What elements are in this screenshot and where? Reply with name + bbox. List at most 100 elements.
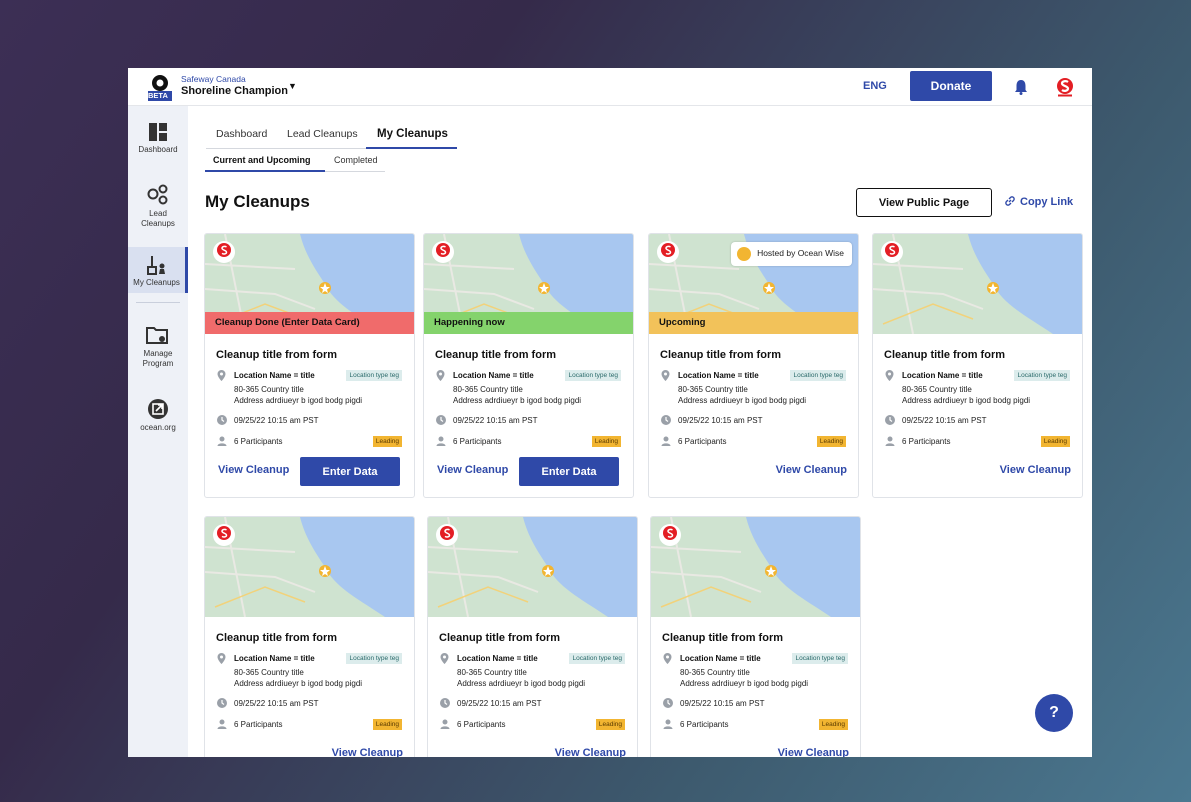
sidebar-item-label: Dashboard bbox=[138, 145, 178, 154]
address-line-2: Address adrdiueyr b igod bodg pigdi bbox=[453, 396, 582, 405]
sub-tabs: Current and Upcoming Completed bbox=[205, 151, 385, 172]
location-pin-icon bbox=[217, 370, 226, 381]
clock-icon bbox=[661, 415, 671, 425]
ocean-wise-icon bbox=[737, 247, 752, 261]
sidebar-item-my-cleanups[interactable]: My Cleanups bbox=[128, 247, 188, 293]
sidebar-item-ocean-org[interactable]: ocean.org bbox=[128, 398, 188, 434]
clock-icon bbox=[440, 698, 450, 708]
card-title: Cleanup title from form bbox=[216, 632, 338, 644]
cleanup-card[interactable]: Cleanup title from form Location Name = … bbox=[204, 516, 415, 757]
location-pin-icon bbox=[661, 370, 670, 381]
participants-count: 6 Participants bbox=[902, 437, 951, 446]
cleanup-card[interactable]: Cleanup title from form Location Name = … bbox=[872, 233, 1083, 498]
sidebar-item-label: Manage Program bbox=[142, 349, 174, 368]
map-thumbnail bbox=[428, 517, 637, 617]
location-type-tag: Location type teg bbox=[790, 370, 846, 381]
view-cleanup-link[interactable]: View Cleanup bbox=[778, 747, 849, 757]
event-date: 09/25/22 10:15 am PST bbox=[680, 699, 765, 708]
enter-data-button[interactable]: Enter Data bbox=[519, 457, 619, 486]
page-title: My Cleanups bbox=[205, 192, 310, 211]
my-cleanups-icon bbox=[146, 256, 165, 275]
person-icon bbox=[661, 436, 671, 446]
card-title: Cleanup title from form bbox=[662, 632, 784, 644]
address-line-1: 80-365 Country title bbox=[902, 385, 972, 394]
participants-count: 6 Participants bbox=[457, 720, 506, 729]
clock-icon bbox=[217, 698, 227, 708]
donate-button[interactable]: Donate bbox=[910, 71, 992, 101]
participants-count: 6 Participants bbox=[678, 437, 727, 446]
user-avatar[interactable] bbox=[1055, 77, 1075, 97]
beta-badge: BETA bbox=[148, 91, 168, 100]
location-name: Location Name = title bbox=[457, 654, 538, 663]
bell-icon[interactable] bbox=[1014, 79, 1028, 95]
program-name[interactable]: Shoreline Champion bbox=[181, 85, 288, 97]
view-cleanup-link[interactable]: View Cleanup bbox=[437, 464, 508, 476]
active-subtab-indicator bbox=[205, 170, 325, 172]
status-banner: Happening now bbox=[424, 312, 633, 334]
person-icon bbox=[217, 719, 227, 729]
dashboard-icon bbox=[149, 123, 167, 141]
location-type-tag: Location type teg bbox=[565, 370, 621, 381]
manage-program-icon bbox=[146, 327, 168, 344]
location-type-tag: Location type teg bbox=[346, 370, 402, 381]
tab-lead-cleanups[interactable]: Lead Cleanups bbox=[287, 128, 358, 140]
clock-icon bbox=[217, 415, 227, 425]
tab-my-cleanups[interactable]: My Cleanups bbox=[377, 128, 448, 140]
enter-data-button[interactable]: Enter Data bbox=[300, 457, 400, 486]
link-icon bbox=[1005, 196, 1015, 206]
lead-cleanups-icon bbox=[147, 184, 168, 205]
sidebar-item-lead-cleanups[interactable]: Lead Cleanups bbox=[128, 184, 188, 232]
main-tabs: Dashboard Lead Cleanups My Cleanups bbox=[206, 124, 457, 149]
view-cleanup-link[interactable]: View Cleanup bbox=[1000, 464, 1071, 476]
location-type-tag: Location type teg bbox=[1014, 370, 1070, 381]
cleanup-card[interactable]: Cleanup title from form Location Name = … bbox=[650, 516, 861, 757]
copy-link-label: Copy Link bbox=[1020, 196, 1074, 208]
person-icon bbox=[885, 436, 895, 446]
location-name: Location Name = title bbox=[678, 371, 759, 380]
leading-badge: Leading bbox=[591, 436, 621, 447]
card-title: Cleanup title from form bbox=[884, 349, 1006, 361]
subtab-current-upcoming[interactable]: Current and Upcoming bbox=[213, 155, 311, 165]
view-cleanup-link[interactable]: View Cleanup bbox=[555, 747, 626, 757]
subtab-completed[interactable]: Completed bbox=[334, 155, 378, 165]
location-name: Location Name = title bbox=[902, 371, 983, 380]
location-pin-icon bbox=[217, 653, 226, 664]
person-icon bbox=[217, 436, 227, 446]
cleanup-card[interactable]: Happening now Cleanup title from form Loc… bbox=[423, 233, 634, 498]
view-cleanup-link[interactable]: View Cleanup bbox=[218, 464, 289, 476]
clock-icon bbox=[436, 415, 446, 425]
top-bar: BETA Safeway Canada Shoreline Champion ▼… bbox=[128, 68, 1092, 106]
address-line-1: 80-365 Country title bbox=[678, 385, 748, 394]
sidebar-item-dashboard[interactable]: Dashboard bbox=[128, 122, 188, 162]
cleanup-card[interactable]: Upcoming Hosted by Ocean Wise Cleanup titl… bbox=[648, 233, 859, 498]
address-line-2: Address adrdiueyr b igod bodg pigdi bbox=[457, 679, 586, 688]
address-line-2: Address adrdiueyr b igod bodg pigdi bbox=[680, 679, 809, 688]
leading-badge: Leading bbox=[816, 436, 846, 447]
cleanup-card[interactable]: Cleanup Done (Enter Data Card) Cleanup ti… bbox=[204, 233, 415, 498]
participants-count: 6 Participants bbox=[234, 720, 283, 729]
copy-link-button[interactable]: Copy Link bbox=[1004, 195, 1073, 208]
leading-badge: Leading bbox=[372, 719, 402, 730]
map-thumbnail bbox=[651, 517, 860, 617]
help-button[interactable]: ? bbox=[1035, 694, 1073, 732]
view-public-page-button[interactable]: View Public Page bbox=[856, 188, 992, 217]
program-dropdown-icon[interactable]: ▼ bbox=[288, 81, 297, 91]
address-line-1: 80-365 Country title bbox=[234, 668, 304, 677]
cleanup-card[interactable]: Cleanup title from form Location Name = … bbox=[427, 516, 638, 757]
address-line-1: 80-365 Country title bbox=[453, 385, 523, 394]
location-pin-icon bbox=[663, 653, 672, 664]
leading-badge: Leading bbox=[1040, 436, 1070, 447]
event-date: 09/25/22 10:15 am PST bbox=[234, 416, 319, 425]
map-thumbnail bbox=[873, 234, 1082, 334]
language-toggle[interactable]: ENG bbox=[863, 80, 887, 92]
card-title: Cleanup title from form bbox=[435, 349, 557, 361]
status-banner: Upcoming bbox=[649, 312, 858, 334]
view-cleanup-link[interactable]: View Cleanup bbox=[332, 747, 403, 757]
sidebar: Dashboard Lead Cleanups My Cleanups Mana… bbox=[128, 106, 188, 757]
address-line-1: 80-365 Country title bbox=[680, 668, 750, 677]
clock-icon bbox=[663, 698, 673, 708]
tab-dashboard[interactable]: Dashboard bbox=[216, 128, 267, 140]
view-cleanup-link[interactable]: View Cleanup bbox=[776, 464, 847, 476]
sidebar-divider bbox=[136, 302, 180, 303]
sidebar-item-manage-program[interactable]: Manage Program bbox=[128, 326, 188, 374]
